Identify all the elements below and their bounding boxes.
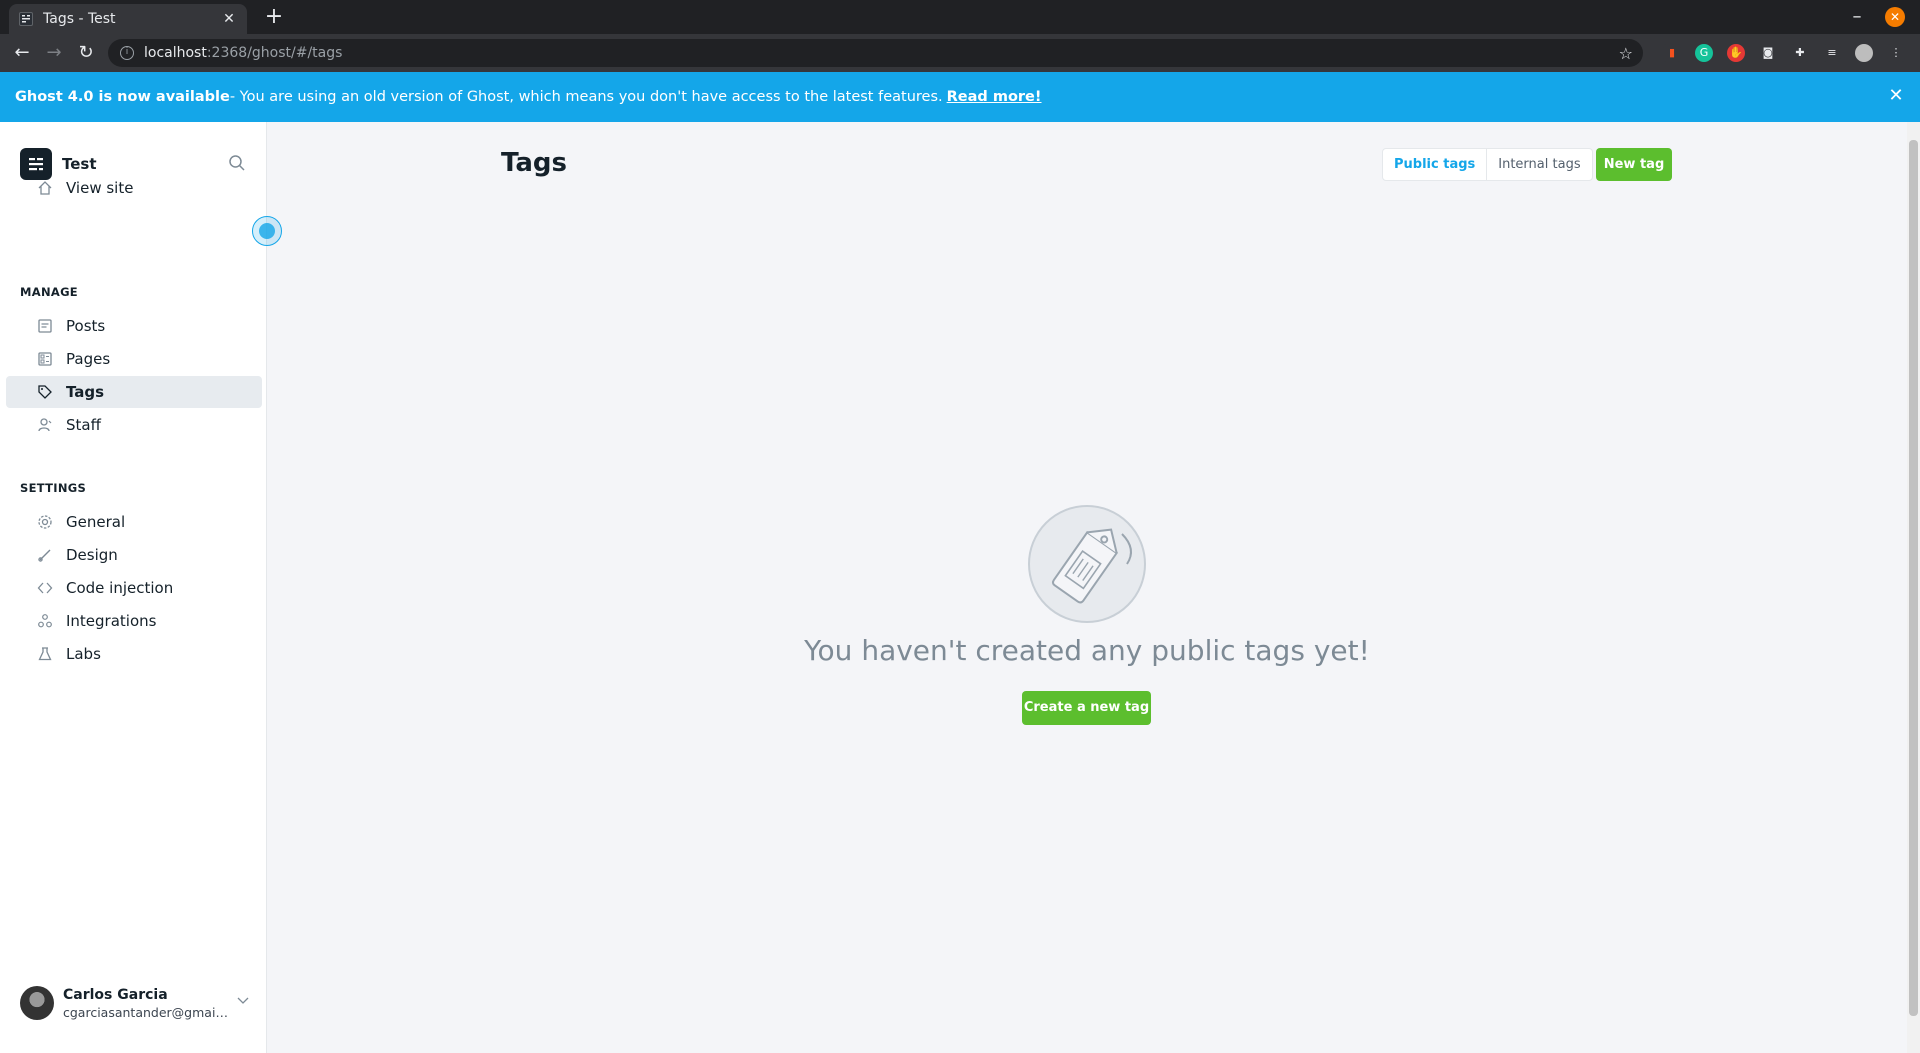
new-tab-button[interactable]: + xyxy=(262,6,286,30)
sidebar-item-staff[interactable]: Staff xyxy=(6,409,262,441)
user-email: cgarciasantander@gmail.... xyxy=(63,1004,228,1020)
manage-section-label: MANAGE xyxy=(20,285,78,299)
flask-icon xyxy=(36,645,54,663)
tab-internal-tags[interactable]: Internal tags xyxy=(1487,149,1591,180)
sidebar-item-label: Pages xyxy=(66,350,111,368)
integrations-icon xyxy=(36,612,54,630)
sidebar-item-label: Design xyxy=(66,546,118,564)
reading-list-icon[interactable]: ≡ xyxy=(1823,44,1841,62)
sidebar-item-posts[interactable]: Posts xyxy=(6,310,262,342)
bookmark-star-icon[interactable]: ☆ xyxy=(1619,44,1633,63)
create-new-tag-button[interactable]: Create a new tag xyxy=(1022,691,1151,725)
code-icon xyxy=(36,579,54,597)
sidebar: Test View site MANAGE Posts Pages Tags S… xyxy=(0,122,282,1053)
sidebar-item-view-site[interactable]: View site xyxy=(6,172,262,204)
extension-hand-icon[interactable]: ✋ xyxy=(1727,44,1745,62)
posts-icon xyxy=(36,317,54,335)
camera-icon[interactable]: ◙ xyxy=(1759,44,1777,62)
scrollbar-thumb[interactable] xyxy=(1909,140,1918,1016)
url-path: :2368/ghost/#/tags xyxy=(206,45,343,61)
sidebar-item-label: View site xyxy=(66,179,134,197)
upgrade-banner: Ghost 4.0 is now available - You are usi… xyxy=(0,72,1920,122)
sidebar-item-labs[interactable]: Labs xyxy=(6,638,262,670)
sidebar-item-label: Posts xyxy=(66,317,106,335)
brush-icon xyxy=(36,546,54,564)
window-close-icon[interactable]: ✕ xyxy=(1885,7,1905,27)
tab-close-icon[interactable]: ✕ xyxy=(221,11,237,27)
forward-arrow-icon[interactable]: → xyxy=(42,42,66,64)
address-bar[interactable]: i localhost:2368/ghost/#/tags ☆ xyxy=(108,39,1643,67)
extensions-puzzle-icon[interactable]: ✚ xyxy=(1791,44,1809,62)
user-menu[interactable]: Carlos Garcia cgarciasantander@gmail.... xyxy=(20,982,255,1024)
site-info-icon[interactable]: i xyxy=(120,46,134,60)
minimize-icon[interactable]: – xyxy=(1845,6,1869,27)
scrollbar[interactable] xyxy=(1907,122,1920,1053)
sidebar-item-label: Tags xyxy=(66,383,105,401)
browser-toolbar: ← → ↻ i localhost:2368/ghost/#/tags ☆ ▮ … xyxy=(0,34,1920,72)
site-name: Test xyxy=(62,155,97,173)
tag-type-filter: Public tags Internal tags xyxy=(1382,148,1593,181)
empty-state-message: You haven't created any public tags yet! xyxy=(804,634,1370,667)
tag-illustration-icon xyxy=(1027,504,1147,624)
tab-title: Tags - Test xyxy=(43,11,116,27)
sidebar-item-tags[interactable]: Tags xyxy=(6,376,262,408)
user-name: Carlos Garcia xyxy=(63,986,168,1003)
banner-close-icon[interactable]: ✕ xyxy=(1886,86,1906,106)
sidebar-item-pages[interactable]: Pages xyxy=(6,343,262,375)
settings-section-label: SETTINGS xyxy=(20,481,87,495)
sidebar-item-label: Code injection xyxy=(66,579,174,597)
profile-avatar-icon[interactable] xyxy=(1855,44,1873,62)
banner-headline: Ghost 4.0 is now available xyxy=(15,89,230,105)
sidebar-item-general[interactable]: General xyxy=(6,506,262,538)
url-host: localhost xyxy=(144,45,207,61)
sidebar-item-label: Labs xyxy=(66,645,101,663)
sidebar-item-integrations[interactable]: Integrations xyxy=(6,605,262,637)
sidebar-item-label: Staff xyxy=(66,416,101,434)
sidebar-item-label: General xyxy=(66,513,126,531)
reload-icon[interactable]: ↻ xyxy=(74,42,98,64)
gear-icon xyxy=(36,513,54,531)
page-title: Tags xyxy=(501,148,568,178)
pages-icon xyxy=(36,350,54,368)
browser-menu-icon[interactable]: ⋮ xyxy=(1887,44,1905,62)
new-tag-button[interactable]: New tag xyxy=(1596,148,1672,181)
avatar xyxy=(20,986,54,1020)
browser-tab[interactable]: Tags - Test ✕ xyxy=(9,4,247,34)
sidebar-item-label: Integrations xyxy=(66,612,157,630)
search-icon[interactable] xyxy=(228,154,248,174)
chevron-down-icon[interactable] xyxy=(235,992,255,1012)
extension-red-icon[interactable]: ▮ xyxy=(1663,44,1681,62)
back-arrow-icon[interactable]: ← xyxy=(10,42,34,64)
banner-read-more-link[interactable]: Read more! xyxy=(947,89,1042,105)
sidebar-item-code-injection[interactable]: Code injection xyxy=(6,572,262,604)
tag-icon xyxy=(36,383,54,401)
staff-icon xyxy=(36,416,54,434)
onboarding-pulse-indicator[interactable] xyxy=(252,216,282,246)
browser-tabbar: Tags - Test ✕ + – ✕ xyxy=(0,0,1920,34)
banner-message: - You are using an old version of Ghost,… xyxy=(229,89,943,105)
home-icon xyxy=(36,179,54,197)
grammarly-icon[interactable]: G xyxy=(1695,44,1713,62)
tab-public-tags[interactable]: Public tags xyxy=(1383,149,1488,180)
sidebar-item-design[interactable]: Design xyxy=(6,539,262,571)
ghost-favicon-icon xyxy=(19,12,33,26)
